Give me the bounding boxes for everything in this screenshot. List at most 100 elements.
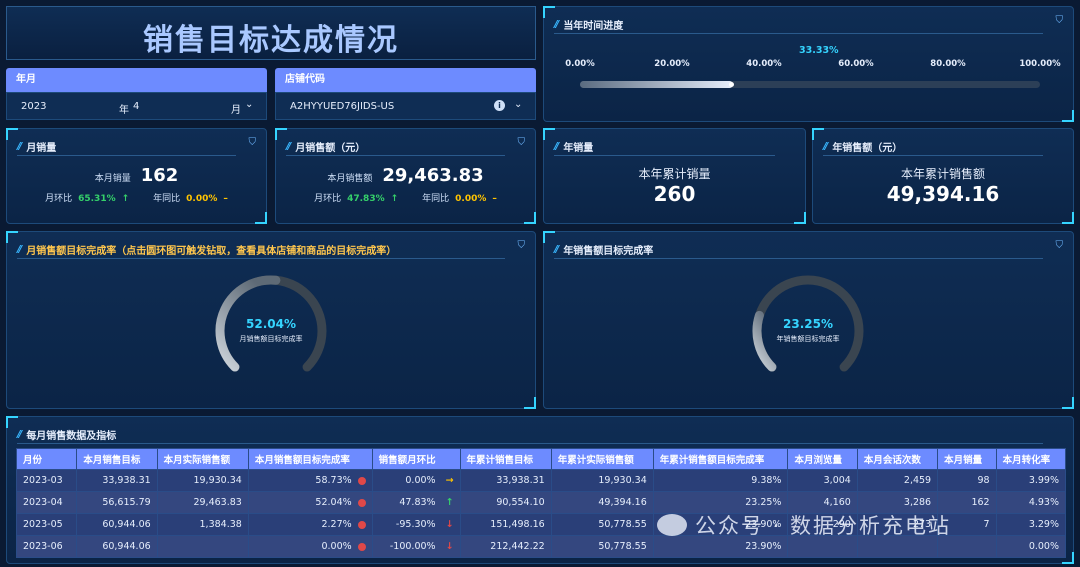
- table-cell: 0.00%: [247, 535, 373, 558]
- watermark-text: 公众号 · 数据分析充电站: [695, 514, 952, 538]
- chevron-down-icon[interactable]: ⌄: [514, 99, 522, 110]
- panel-header: //月销售额（元）: [286, 137, 505, 156]
- cell-text: 58.73%: [315, 475, 352, 486]
- filter-icon[interactable]: ⛉: [1056, 240, 1064, 251]
- slash-icon: //: [17, 428, 23, 440]
- cell-text: 19,930.34: [598, 475, 647, 486]
- arrow-up-icon: ↑: [121, 194, 130, 204]
- wechat-icon: [657, 514, 687, 536]
- mom-value: 47.83%: [347, 194, 385, 204]
- table-header-cell[interactable]: 年累计销售目标: [459, 448, 552, 470]
- table-cell: 47.83% ↑: [371, 491, 461, 514]
- store-value[interactable]: A2HYYUED76JIDS-US: [290, 101, 394, 112]
- year-sales-panel: //年销量 本年累计销量 260: [543, 128, 806, 224]
- slash-icon: //: [554, 140, 560, 152]
- progress-tick-label: 40.00%: [746, 59, 782, 69]
- dash-icon: –: [492, 194, 497, 204]
- table-cell: 58.73%: [247, 469, 373, 492]
- page-title: 销售目标达成情况: [143, 23, 399, 58]
- year-gauge-panel: //年销售额目标完成率 ⛉ 23.25% 年销售额目标完成率: [543, 231, 1074, 409]
- progress-tick-label: 80.00%: [930, 59, 966, 69]
- cell-text: 3.99%: [1028, 475, 1059, 486]
- kpi-label: 本年累计销售额: [900, 167, 985, 181]
- table-row[interactable]: 2023-03 33,938.31 19,930.34 58.73% 0.00% → 33,…: [15, 469, 1067, 492]
- table-header-cell[interactable]: 本月销售额目标完成率: [247, 448, 373, 470]
- table-cell: 49,394.16: [550, 491, 654, 514]
- store-filter[interactable]: A2HYYUED76JIDS-US i ⌄: [275, 92, 536, 120]
- panel-header: //年销售额目标完成率: [554, 240, 1043, 259]
- table-cell: 50,778.55: [550, 535, 654, 558]
- panel-title: 月销售额目标完成率（点击圆环图可触发钻取，查看具体店铺和商品的目标完成率）: [26, 245, 397, 257]
- cell-text: 33,938.31: [102, 475, 151, 486]
- table-header-cell[interactable]: 年累计实际销售额: [550, 448, 654, 470]
- cell-text: 50,778.55: [598, 519, 647, 530]
- cell-text: 50,778.55: [598, 541, 647, 552]
- progress-tick-label: 20.00%: [654, 59, 690, 69]
- panel-title: 年销量: [563, 142, 594, 154]
- kpi-label: 本月销量: [94, 174, 131, 184]
- table-cell: 19,930.34: [156, 469, 249, 492]
- progress-knob[interactable]: [729, 82, 735, 87]
- cell-text: -100.00%: [389, 541, 436, 552]
- cell-text: 3.29%: [1028, 519, 1059, 530]
- year-gauge[interactable]: [743, 266, 873, 396]
- table-cell: 29,463.83: [156, 491, 249, 514]
- panel-title: 当年时间进度: [563, 20, 624, 32]
- arrow-right-icon: →: [445, 475, 454, 486]
- cell-text: 23.25%: [745, 497, 782, 508]
- table-cell: 2.27%: [247, 513, 373, 536]
- cell-text: 3,004: [823, 475, 851, 486]
- filter-icon[interactable]: ⛉: [249, 137, 257, 148]
- table-header-row: 月份 本月销售目标 本月实际销售额 本月销售额目标完成率 销售额月环比 年累计销售目标 年累…: [15, 448, 1067, 470]
- panel-title: 年销售额目标完成率: [563, 245, 654, 257]
- table-header-cell[interactable]: 本月销售目标: [76, 448, 158, 470]
- filter-icon[interactable]: ⛉: [518, 240, 526, 251]
- table-cell: 19,930.34: [550, 469, 654, 492]
- progress-ticks: 0.00% 20.00% 40.00% 60.00% 80.00% 100.00%: [565, 59, 1060, 73]
- mom-value: 65.31%: [78, 194, 116, 204]
- table-header-cell[interactable]: 年累计销售额目标完成率: [652, 448, 789, 470]
- table-cell: 3.99%: [995, 469, 1067, 492]
- table-header-cell[interactable]: 月份: [15, 448, 78, 470]
- cell-text: 9.38%: [751, 475, 782, 486]
- table-header-cell[interactable]: 本月销量: [937, 448, 997, 470]
- cell-text: 212,442.22: [490, 541, 545, 552]
- filter-icon[interactable]: ⛉: [518, 137, 526, 148]
- info-icon[interactable]: i: [494, 100, 505, 111]
- store-filter-label: 店铺代码: [275, 68, 536, 92]
- cell-text: 162: [971, 497, 990, 508]
- month-gauge[interactable]: [206, 266, 336, 396]
- filter-icon[interactable]: ⛉: [1056, 15, 1064, 26]
- table-header-cell[interactable]: 本月实际销售额: [156, 448, 249, 470]
- table-header-cell[interactable]: 本月会话次数: [856, 448, 939, 470]
- cell-text: 90,554.10: [496, 497, 545, 508]
- kpi-label: 本年累计销量: [638, 167, 711, 181]
- progress-value-label: 33.33%: [799, 45, 839, 56]
- slash-icon: //: [17, 243, 23, 255]
- month-unit: 月: [231, 105, 241, 116]
- progress-tick-label: 60.00%: [838, 59, 874, 69]
- chevron-down-icon[interactable]: ⌄: [245, 99, 253, 110]
- table-cell: 60,944.06: [76, 513, 158, 536]
- cell-text: 0.00%: [405, 475, 436, 486]
- cell-text: 98: [977, 475, 990, 486]
- table-cell: 1,384.38: [156, 513, 249, 536]
- cell-text: 4.93%: [1028, 497, 1059, 508]
- table-header-cell[interactable]: 本月转化率: [995, 448, 1067, 470]
- table-cell: 52.04%: [247, 491, 373, 514]
- table-header-cell[interactable]: 销售额月环比: [371, 448, 461, 470]
- cell-text: 33,938.31: [496, 475, 545, 486]
- month-filter[interactable]: 2023 年 4 月 ⌄: [6, 92, 267, 120]
- table-cell: -95.30% ↓: [371, 513, 461, 536]
- year-value[interactable]: 2023: [21, 101, 46, 112]
- month-value[interactable]: 4: [133, 101, 139, 112]
- panel-header: //当年时间进度: [554, 15, 1043, 34]
- mom-label: 月环比: [45, 194, 73, 204]
- table-header-cell[interactable]: 本月浏览量: [787, 448, 858, 470]
- table-cell: 60,944.06: [76, 535, 158, 558]
- cell-text: 151,498.16: [490, 519, 545, 530]
- table-cell: 56,615.79: [76, 491, 158, 514]
- table-cell: 2023-03: [15, 469, 78, 492]
- slash-icon: //: [554, 18, 560, 30]
- cell-text: 0.00%: [321, 541, 352, 552]
